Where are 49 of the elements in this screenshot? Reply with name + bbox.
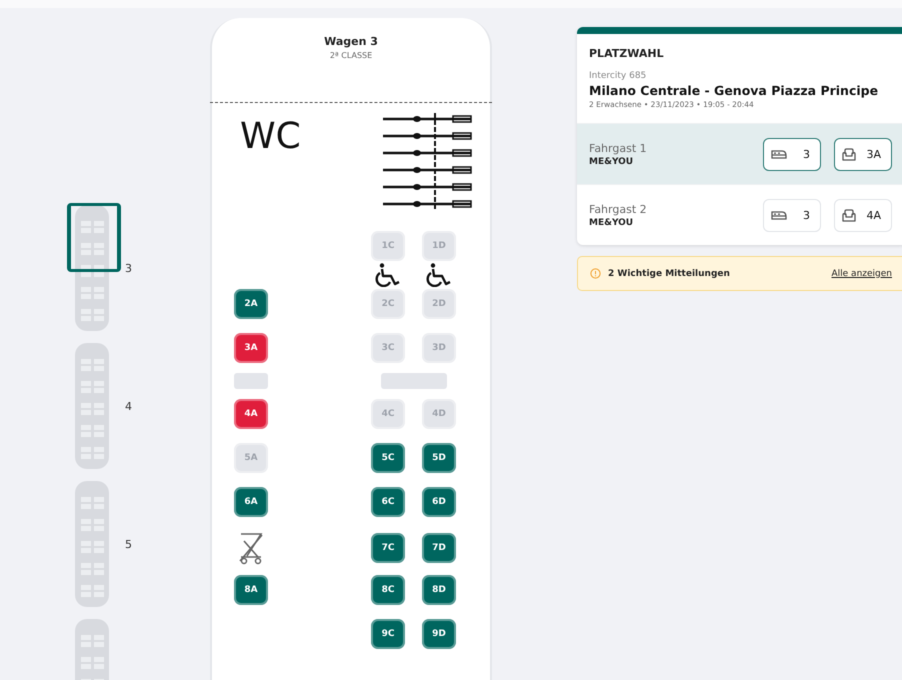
passenger-group: ME&YOU — [589, 156, 647, 166]
seat[interactable]: 5C — [371, 443, 405, 473]
car-number: 5 — [125, 538, 132, 550]
wc-label: WC — [240, 119, 301, 159]
seat[interactable]: 8C — [371, 575, 405, 605]
seat-icon — [842, 148, 856, 160]
car-button[interactable]: 3 — [763, 138, 821, 170]
viewport-frame[interactable] — [67, 203, 121, 272]
seat-icon — [842, 208, 856, 222]
car-number: 4 — [125, 400, 132, 412]
train-icon — [771, 209, 787, 221]
car-number: 3 — [125, 262, 132, 274]
seat[interactable]: 2A — [234, 289, 268, 319]
seat[interactable]: 7C — [371, 533, 405, 563]
notice-text: 2 Wichtige Mitteilungen — [608, 268, 731, 278]
table — [234, 373, 268, 389]
panel-title: PLATZWAHL — [589, 47, 665, 60]
seat[interactable]: 6A — [234, 487, 268, 517]
car-button[interactable]: 3 — [763, 198, 821, 232]
seat[interactable]: 8A — [234, 575, 268, 605]
luggage-rack-icon — [383, 113, 473, 209]
passenger-row[interactable]: Fahrgast 1 ME&YOU 3 3A — [577, 123, 902, 184]
passenger-row[interactable]: Fahrgast 2 ME&YOU 3 4A — [577, 184, 902, 245]
railcar-drawing[interactable] — [75, 205, 109, 331]
car-class: 2ª CLASSE — [330, 51, 372, 60]
passenger-name: Fahrgast 2 — [589, 202, 647, 216]
show-all-link[interactable]: Alle anzeigen — [832, 268, 892, 278]
table — [380, 373, 446, 389]
seat[interactable]: 9C — [371, 619, 405, 649]
car-title: Wagen 3 — [324, 35, 378, 48]
wheelchair-icon — [375, 263, 401, 287]
info-icon — [590, 268, 601, 279]
seat-button[interactable]: 4A — [834, 198, 892, 232]
seat[interactable]: 7D — [422, 533, 456, 563]
seat[interactable]: 9D — [422, 619, 456, 649]
route-title: Milano Centrale - Genova Piazza Principe — [589, 83, 880, 98]
seat[interactable]: 3A — [234, 333, 268, 363]
train-name: Intercity 685 — [589, 71, 648, 81]
seat[interactable]: 6D — [422, 487, 456, 517]
seat-button[interactable]: 3A — [834, 138, 892, 170]
seat[interactable]: 4A — [234, 399, 268, 429]
seat[interactable]: 5D — [422, 443, 456, 473]
passenger-name: Fahrgast 1 — [589, 142, 647, 154]
seat[interactable]: 8D — [422, 575, 456, 605]
stroller-icon — [238, 531, 264, 565]
passenger-group: ME&YOU — [589, 218, 647, 228]
train-icon — [771, 148, 787, 160]
wheelchair-icon — [426, 263, 452, 287]
seat[interactable]: 6C — [371, 487, 405, 517]
